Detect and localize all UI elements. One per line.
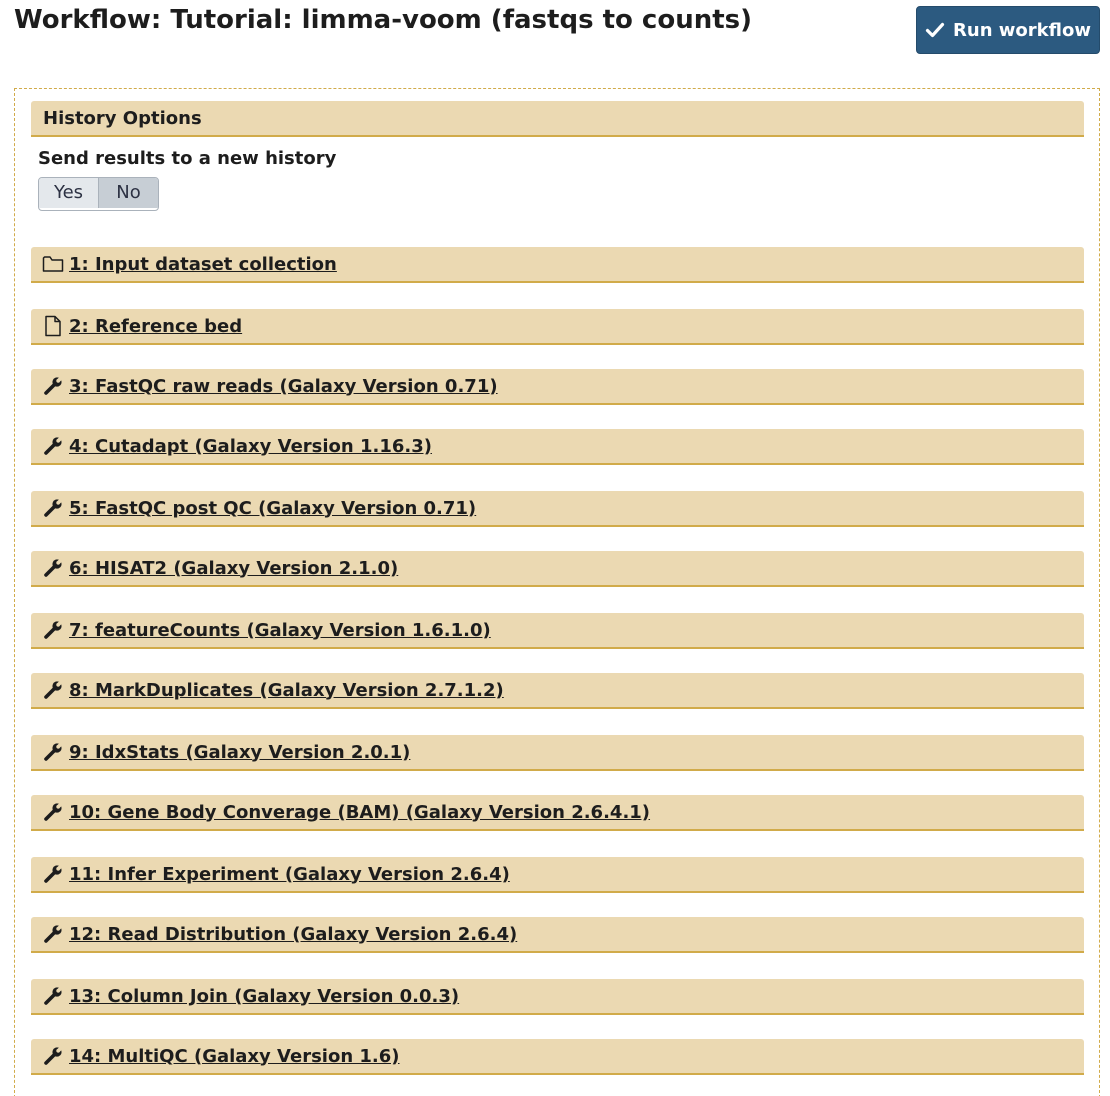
run-workflow-label: Run workflow bbox=[953, 19, 1091, 41]
workflow-step-link[interactable]: 2: Reference bed bbox=[69, 316, 242, 337]
wrench-icon bbox=[42, 375, 64, 397]
wrench-icon bbox=[42, 679, 64, 701]
wrench-icon bbox=[42, 619, 64, 641]
wrench-icon bbox=[42, 985, 64, 1007]
workflow-step-link[interactable]: 14: MultiQC (Galaxy Version 1.6) bbox=[69, 1046, 400, 1067]
workflow-step-14[interactable]: 14: MultiQC (Galaxy Version 1.6) bbox=[31, 1039, 1084, 1075]
workflow-step-13[interactable]: 13: Column Join (Galaxy Version 0.0.3) bbox=[31, 979, 1084, 1015]
wrench-icon bbox=[42, 741, 64, 763]
workflow-step-4[interactable]: 4: Cutadapt (Galaxy Version 1.16.3) bbox=[31, 429, 1084, 465]
workflow-step-link[interactable]: 4: Cutadapt (Galaxy Version 1.16.3) bbox=[69, 436, 432, 457]
wrench-icon bbox=[42, 801, 64, 823]
workflow-step-link[interactable]: 9: IdxStats (Galaxy Version 2.0.1) bbox=[69, 742, 410, 763]
workflow-step-12[interactable]: 12: Read Distribution (Galaxy Version 2.… bbox=[31, 917, 1084, 953]
workflow-step-7[interactable]: 7: featureCounts (Galaxy Version 1.6.1.0… bbox=[31, 613, 1084, 649]
folder-icon bbox=[42, 253, 64, 275]
workflow-step-link[interactable]: 13: Column Join (Galaxy Version 0.0.3) bbox=[69, 986, 459, 1007]
wrench-icon bbox=[42, 557, 64, 579]
workflow-step-10[interactable]: 10: Gene Body Converage (BAM) (Galaxy Ve… bbox=[31, 795, 1084, 831]
wrench-icon bbox=[42, 863, 64, 885]
workflow-step-link[interactable]: 12: Read Distribution (Galaxy Version 2.… bbox=[69, 924, 517, 945]
workflow-form: History Options Send results to a new hi… bbox=[14, 88, 1100, 1096]
workflow-step-link[interactable]: 7: featureCounts (Galaxy Version 1.6.1.0… bbox=[69, 620, 491, 641]
workflow-step-9[interactable]: 9: IdxStats (Galaxy Version 2.0.1) bbox=[31, 735, 1084, 771]
workflow-step-link[interactable]: 11: Infer Experiment (Galaxy Version 2.6… bbox=[69, 864, 510, 885]
toggle-no-button[interactable]: No bbox=[99, 178, 158, 208]
page-title: Workflow: Tutorial: limma-voom (fastqs t… bbox=[14, 5, 753, 35]
workflow-step-link[interactable]: 5: FastQC post QC (Galaxy Version 0.71) bbox=[69, 498, 476, 519]
wrench-icon bbox=[42, 923, 64, 945]
workflow-step-3[interactable]: 3: FastQC raw reads (Galaxy Version 0.71… bbox=[31, 369, 1084, 405]
workflow-step-link[interactable]: 10: Gene Body Converage (BAM) (Galaxy Ve… bbox=[69, 802, 650, 823]
workflow-step-1[interactable]: 1: Input dataset collection bbox=[31, 247, 1084, 283]
toggle-yes-button[interactable]: Yes bbox=[39, 178, 99, 208]
wrench-icon bbox=[42, 497, 64, 519]
workflow-run-page: Workflow: Tutorial: limma-voom (fastqs t… bbox=[0, 0, 1110, 1096]
run-workflow-button[interactable]: Run workflow bbox=[916, 6, 1100, 54]
send-results-label: Send results to a new history bbox=[38, 148, 337, 169]
workflow-step-link[interactable]: 6: HISAT2 (Galaxy Version 2.1.0) bbox=[69, 558, 398, 579]
wrench-icon bbox=[42, 1045, 64, 1067]
new-history-toggle: Yes No bbox=[38, 177, 159, 211]
workflow-step-2[interactable]: 2: Reference bed bbox=[31, 309, 1084, 345]
file-icon bbox=[42, 315, 64, 337]
workflow-step-link[interactable]: 8: MarkDuplicates (Galaxy Version 2.7.1.… bbox=[69, 680, 504, 701]
workflow-step-11[interactable]: 11: Infer Experiment (Galaxy Version 2.6… bbox=[31, 857, 1084, 893]
workflow-step-link[interactable]: 3: FastQC raw reads (Galaxy Version 0.71… bbox=[69, 376, 498, 397]
check-icon bbox=[925, 20, 945, 40]
history-options-header: History Options bbox=[31, 101, 1084, 137]
workflow-step-link[interactable]: 1: Input dataset collection bbox=[69, 254, 337, 275]
workflow-step-6[interactable]: 6: HISAT2 (Galaxy Version 2.1.0) bbox=[31, 551, 1084, 587]
wrench-icon bbox=[42, 435, 64, 457]
workflow-step-5[interactable]: 5: FastQC post QC (Galaxy Version 0.71) bbox=[31, 491, 1084, 527]
workflow-step-8[interactable]: 8: MarkDuplicates (Galaxy Version 2.7.1.… bbox=[31, 673, 1084, 709]
